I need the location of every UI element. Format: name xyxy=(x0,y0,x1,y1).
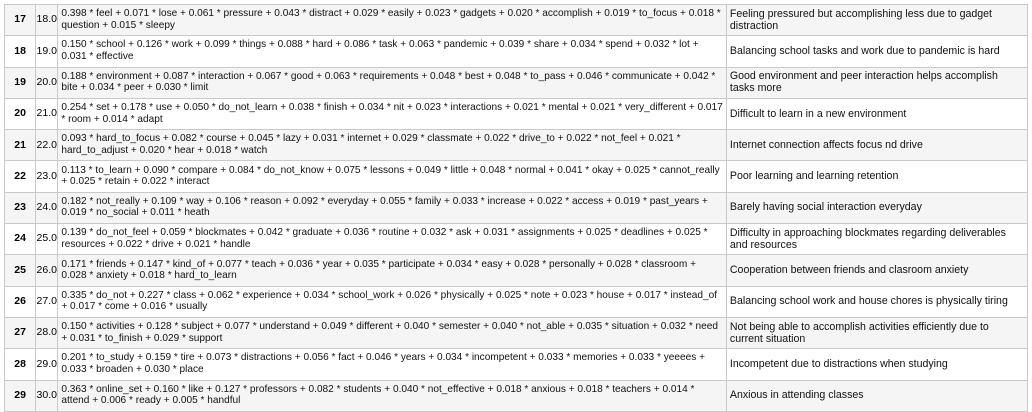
topic-table: 17 18.0 0.398 * feel + 0.071 * lose + 0.… xyxy=(3,3,1029,412)
row-index: 21 xyxy=(3,129,37,162)
topic-number: 28.0 xyxy=(35,316,59,350)
row-index: 26 xyxy=(3,285,37,318)
table-row: 23 24.0 0.182 * not_really + 0.109 * way… xyxy=(3,191,1029,225)
topic-label: Poor learning and learning retention xyxy=(725,160,1029,193)
topic-number: 19.0 xyxy=(35,35,59,68)
row-index: 18 xyxy=(3,35,37,68)
topic-label: Good environment and peer interaction he… xyxy=(725,66,1029,99)
topic-keywords: 0.139 * do_not_feel + 0.059 * blockmates… xyxy=(57,223,727,256)
topic-keywords: 0.182 * not_really + 0.109 * way + 0.106… xyxy=(57,191,727,225)
topic-keywords: 0.254 * set + 0.178 * use + 0.050 * do_n… xyxy=(57,97,727,131)
topic-keywords: 0.113 * to_learn + 0.090 * compare + 0.0… xyxy=(57,160,727,193)
topic-label: Balancing school work and house chores i… xyxy=(725,285,1029,318)
topic-label: Incompetent due to distractions when stu… xyxy=(725,348,1029,381)
table-row: 25 26.0 0.171 * friends + 0.147 * kind_o… xyxy=(3,254,1029,287)
topic-table-body: 17 18.0 0.398 * feel + 0.071 * lose + 0.… xyxy=(3,3,1029,412)
table-row: 28 29.0 0.201 * to_study + 0.159 * tire … xyxy=(3,348,1029,381)
row-index: 23 xyxy=(3,191,37,225)
topic-keywords: 0.188 * environment + 0.087 * interactio… xyxy=(57,66,727,99)
topic-number: 23.0 xyxy=(35,160,59,193)
topic-label: Difficulty in approaching blockmates reg… xyxy=(725,223,1029,256)
topic-number: 30.0 xyxy=(35,379,59,412)
topic-number: 27.0 xyxy=(35,285,59,318)
topic-number: 20.0 xyxy=(35,66,59,99)
topic-keywords: 0.201 * to_study + 0.159 * tire + 0.073 … xyxy=(57,348,727,381)
topic-keywords: 0.363 * online_set + 0.160 * like + 0.12… xyxy=(57,379,727,412)
topic-number: 25.0 xyxy=(35,223,59,256)
topic-keywords: 0.335 * do_not + 0.227 * class + 0.062 *… xyxy=(57,285,727,318)
table-row: 27 28.0 0.150 * activities + 0.128 * sub… xyxy=(3,316,1029,350)
topic-label: Anxious in attending classes xyxy=(725,379,1029,412)
row-index: 27 xyxy=(3,316,37,350)
topic-keywords: 0.150 * activities + 0.128 * subject + 0… xyxy=(57,316,727,350)
row-index: 20 xyxy=(3,97,37,131)
topic-number: 26.0 xyxy=(35,254,59,287)
row-index: 19 xyxy=(3,66,37,99)
topic-label: Feeling pressured but accomplishing less… xyxy=(725,3,1029,37)
table-row: 29 30.0 0.363 * online_set + 0.160 * lik… xyxy=(3,379,1029,412)
topic-label: Not being able to accomplish activities … xyxy=(725,316,1029,350)
table-row: 22 23.0 0.113 * to_learn + 0.090 * compa… xyxy=(3,160,1029,193)
topic-number: 24.0 xyxy=(35,191,59,225)
row-index: 24 xyxy=(3,223,37,256)
topic-keywords: 0.093 * hard_to_focus + 0.082 * course +… xyxy=(57,129,727,162)
topic-keywords: 0.150 * school + 0.126 * work + 0.099 * … xyxy=(57,35,727,68)
topic-number: 21.0 xyxy=(35,97,59,131)
topic-label: Balancing school tasks and work due to p… xyxy=(725,35,1029,68)
topic-keywords: 0.171 * friends + 0.147 * kind_of + 0.07… xyxy=(57,254,727,287)
topic-label: Barely having social interaction everyda… xyxy=(725,191,1029,225)
row-index: 29 xyxy=(3,379,37,412)
table-row: 17 18.0 0.398 * feel + 0.071 * lose + 0.… xyxy=(3,3,1029,37)
table-row: 19 20.0 0.188 * environment + 0.087 * in… xyxy=(3,66,1029,99)
topic-table-container: 17 18.0 0.398 * feel + 0.071 * lose + 0.… xyxy=(3,3,1030,412)
row-index: 22 xyxy=(3,160,37,193)
row-index: 17 xyxy=(3,3,37,37)
table-row: 18 19.0 0.150 * school + 0.126 * work + … xyxy=(3,35,1029,68)
table-row: 21 22.0 0.093 * hard_to_focus + 0.082 * … xyxy=(3,129,1029,162)
topic-label: Internet connection affects focus nd dri… xyxy=(725,129,1029,162)
table-row: 24 25.0 0.139 * do_not_feel + 0.059 * bl… xyxy=(3,223,1029,256)
row-index: 28 xyxy=(3,348,37,381)
row-index: 25 xyxy=(3,254,37,287)
table-row: 20 21.0 0.254 * set + 0.178 * use + 0.05… xyxy=(3,97,1029,131)
topic-number: 18.0 xyxy=(35,3,59,37)
table-row: 26 27.0 0.335 * do_not + 0.227 * class +… xyxy=(3,285,1029,318)
topic-number: 29.0 xyxy=(35,348,59,381)
topic-keywords: 0.398 * feel + 0.071 * lose + 0.061 * pr… xyxy=(57,3,727,37)
topic-number: 22.0 xyxy=(35,129,59,162)
topic-label: Difficult to learn in a new environment xyxy=(725,97,1029,131)
topic-label: Cooperation between friends and clasroom… xyxy=(725,254,1029,287)
